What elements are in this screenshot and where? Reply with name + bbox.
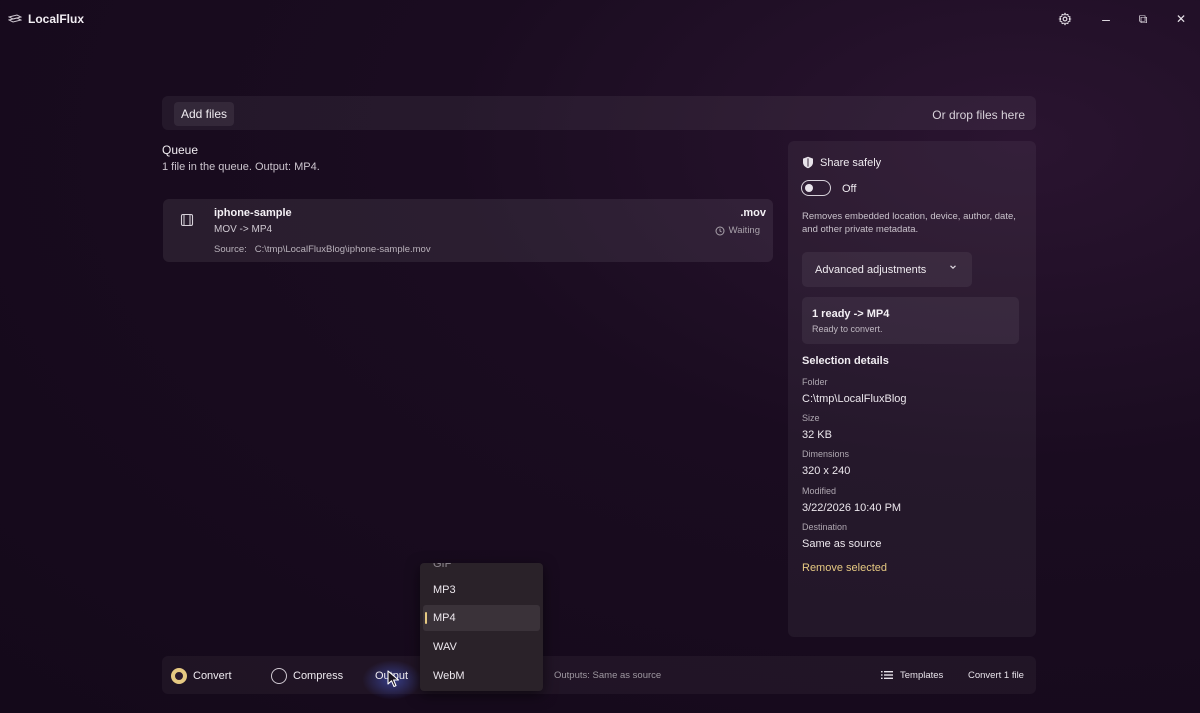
modified-value: 3/22/2026 10:40 PM <box>802 502 902 514</box>
outputs-destination-note: Outputs: Same as source <box>554 670 662 681</box>
convert-files-button[interactable]: Convert 1 file <box>968 670 1024 681</box>
source-label: Source: <box>214 244 247 255</box>
maximize-button[interactable]: ⧉ <box>1129 8 1157 30</box>
toggle-state-label: Off <box>842 183 857 195</box>
queue-subtitle: 1 file in the queue. Output: MP4. <box>162 161 320 173</box>
share-safely-description: Removes embedded location, device, autho… <box>802 211 1016 235</box>
selected-indicator <box>425 612 427 624</box>
convert-radio[interactable] <box>171 668 187 684</box>
settings-button[interactable] <box>1051 8 1079 30</box>
file-source: Source: C:\tmp\LocalFluxBlog\iphone-sampl… <box>214 244 431 255</box>
compress-label[interactable]: Compress <box>293 670 343 682</box>
modified-label: Modified <box>802 486 837 496</box>
destination-label: Destination <box>802 522 848 532</box>
ready-summary-card <box>802 297 1019 344</box>
drop-hint: Or drop files here <box>932 108 1025 122</box>
status-text: Waiting <box>728 225 760 236</box>
advanced-adjustments-label: Advanced adjustments <box>815 264 927 276</box>
list-icon <box>881 671 893 679</box>
folder-value: C:\tmp\LocalFluxBlog <box>802 393 907 405</box>
dimensions-value: 320 x 240 <box>802 465 851 477</box>
drop-zone[interactable] <box>162 96 1036 130</box>
gear-icon <box>1058 12 1072 26</box>
chevron-down-icon <box>950 265 956 270</box>
shield-icon <box>803 156 813 169</box>
remove-selected-link[interactable]: Remove selected <box>802 562 887 574</box>
queue-title: Queue <box>162 143 199 157</box>
source-path: C:\tmp\LocalFluxBlog\iphone-sample.mov <box>254 244 431 255</box>
share-safely-title: Share safely <box>820 157 882 169</box>
minimize-button[interactable]: – <box>1092 8 1120 30</box>
file-name: iphone-sample <box>214 207 292 219</box>
size-value: 32 KB <box>802 429 832 441</box>
dimensions-label: Dimensions <box>802 449 850 459</box>
app-logo-icon <box>8 14 22 23</box>
convert-label[interactable]: Convert <box>193 670 232 682</box>
file-extension: .mov <box>740 207 766 219</box>
video-file-icon <box>180 213 194 227</box>
output-format-dropdown: GIF MP3 MP4 WAV WebM <box>420 563 543 691</box>
ready-title: 1 ready -> MP4 <box>812 308 890 320</box>
add-files-button[interactable]: Add files <box>174 102 234 126</box>
title-bar <box>0 0 1200 38</box>
app-title: LocalFlux <box>28 12 85 26</box>
size-label: Size <box>802 413 820 423</box>
ready-subtitle: Ready to convert. <box>812 324 883 334</box>
mouse-cursor-icon <box>387 670 400 688</box>
dropdown-option-label: MP4 <box>433 612 456 624</box>
file-conversion: MOV -> MP4 <box>214 224 273 235</box>
toggle-knob <box>805 183 813 192</box>
dropdown-option-partial[interactable]: GIF <box>423 563 540 577</box>
templates-button[interactable]: Templates <box>900 670 943 681</box>
folder-label: Folder <box>802 377 828 387</box>
dropdown-option-webm[interactable]: WebM <box>423 663 540 689</box>
status-badge: Waiting <box>715 225 760 236</box>
destination-value: Same as source <box>802 538 882 550</box>
clock-icon <box>715 226 725 235</box>
compress-radio[interactable] <box>271 668 287 684</box>
share-safely-toggle[interactable] <box>801 180 831 196</box>
dropdown-option-wav[interactable]: WAV <box>423 634 540 660</box>
dropdown-option-mp3[interactable]: MP3 <box>423 577 540 603</box>
dropdown-option-mp4[interactable]: MP4 <box>423 605 540 631</box>
selection-details-title: Selection details <box>802 355 889 367</box>
close-button[interactable]: ✕ <box>1167 8 1195 30</box>
